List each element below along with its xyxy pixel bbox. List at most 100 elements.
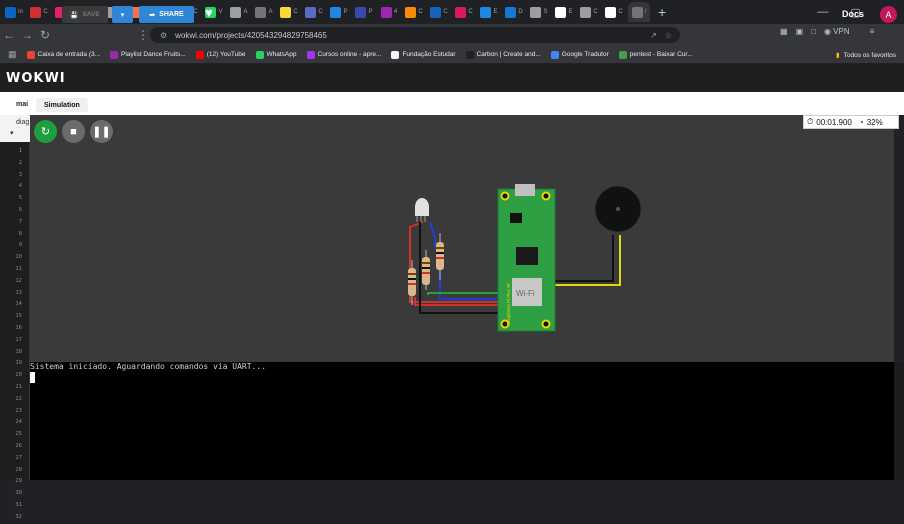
rgb-led[interactable] xyxy=(415,198,429,222)
browser-tab[interactable]: C xyxy=(278,2,300,22)
tab-title: C xyxy=(468,9,473,15)
share-button[interactable]: ➦ SHARE xyxy=(139,6,194,23)
avatar[interactable]: A xyxy=(880,6,897,23)
omnibox[interactable]: ⚙ wokwi.com/projects/420543294829758465 … xyxy=(150,27,680,43)
bookmark-label: WhatsApp xyxy=(266,51,297,58)
resistor-3[interactable] xyxy=(436,233,444,280)
bookmark-favicon-icon xyxy=(110,50,119,59)
tab-title: E xyxy=(568,9,573,15)
line-number: 29 xyxy=(15,478,22,485)
line-number: 10 xyxy=(15,254,22,261)
bookmark-favicon-icon xyxy=(306,50,315,59)
restart-button[interactable]: ↻ xyxy=(34,120,57,143)
bookmark-label: Cursos online - apre... xyxy=(317,51,382,58)
browser-tab[interactable]: D xyxy=(503,2,525,22)
minimize-button[interactable]: — xyxy=(817,6,828,18)
browser-tab[interactable]: / xyxy=(628,2,650,22)
serial-monitor[interactable]: Sistema iniciado. Aguardando comandos vi… xyxy=(30,362,894,480)
tab-favicon-icon xyxy=(480,6,492,18)
line-number: 2 xyxy=(18,159,22,166)
terminal-cursor xyxy=(30,372,35,383)
bookmark-item[interactable]: Carbon | Create and... xyxy=(465,50,541,59)
tab-favicon-icon xyxy=(505,6,517,18)
vpn-badge[interactable]: ◉ VPN xyxy=(824,27,850,36)
resistor-2[interactable] xyxy=(422,250,430,290)
browser-tab[interactable]: in xyxy=(3,2,25,22)
line-number: 16 xyxy=(15,324,22,331)
bookmark-item[interactable]: pentest - Baixar Cur... xyxy=(618,50,693,59)
save-dropdown-button[interactable]: ▾ xyxy=(112,6,133,23)
site-info-icon[interactable]: ⚙ xyxy=(160,31,167,40)
browser-tab[interactable]: C xyxy=(453,2,475,22)
share-page-icon[interactable]: ↗ xyxy=(650,31,657,40)
browser-tab[interactable]: P xyxy=(353,2,375,22)
new-tab-button[interactable]: + xyxy=(658,4,666,20)
browser-tab[interactable]: C xyxy=(603,2,625,22)
bookmark-item[interactable]: Caixa de entrada (3... xyxy=(26,50,101,59)
line-number: 1 xyxy=(18,148,22,154)
browser-tab[interactable]: E xyxy=(478,2,500,22)
apps-grid-icon[interactable]: ▦ xyxy=(8,49,17,60)
buzzer[interactable] xyxy=(594,185,642,233)
buzzer-black-wire xyxy=(550,235,614,282)
line-number: 18 xyxy=(15,348,22,355)
tab-favicon-icon xyxy=(405,6,417,18)
editor-tab-main[interactable]: mai xyxy=(0,92,30,115)
browser-tab[interactable]: E xyxy=(553,2,575,22)
browser-tab[interactable]: C xyxy=(428,2,450,22)
save-button[interactable]: 💾 SAVE xyxy=(62,6,108,23)
line-number: 26 xyxy=(15,442,22,449)
save-label: SAVE xyxy=(82,11,100,18)
timer-value: 00:01.900 xyxy=(816,117,852,127)
share-label: SHARE xyxy=(159,11,184,18)
serial-scrollbar[interactable] xyxy=(894,362,904,480)
stop-button[interactable]: ■ xyxy=(62,120,85,143)
bookmark-item[interactable]: Cursos online - apre... xyxy=(306,50,382,59)
wokwi-logo[interactable]: WOKWI xyxy=(6,71,66,86)
chevron-down-icon: ▾ xyxy=(120,11,125,19)
all-bookmarks[interactable]: ▮ Todos os favoritos xyxy=(836,46,896,64)
browser-tab[interactable]: C xyxy=(578,2,600,22)
browser-tab[interactable]: C xyxy=(303,2,325,22)
back-icon[interactable]: ← xyxy=(0,28,18,42)
browser-tab[interactable]: C xyxy=(28,2,50,22)
line-number: 27 xyxy=(15,454,22,461)
docs-link[interactable]: Docs xyxy=(842,9,864,19)
heart-icon[interactable]: ♥ xyxy=(205,5,213,20)
wallet-icon[interactable]: □ xyxy=(811,27,816,36)
bookmark-item[interactable]: Playlist Dance Fruits... xyxy=(110,50,186,59)
pause-button[interactable]: ❚❚ xyxy=(90,120,113,143)
browser-tab[interactable]: A xyxy=(253,2,275,22)
bookmark-item[interactable]: Google Tradutor xyxy=(550,50,609,59)
snapshot-icon[interactable]: ▣ xyxy=(796,27,804,36)
tab-simulation[interactable]: Simulation xyxy=(36,98,88,112)
bookmark-item[interactable]: WhatsApp xyxy=(255,50,297,59)
bookmark-label: Caixa de entrada (3... xyxy=(37,51,101,58)
share-arrow-icon: ➦ xyxy=(149,11,156,19)
browser-tab[interactable]: 4 xyxy=(378,2,400,22)
line-number: 31 xyxy=(15,501,22,508)
browser-tab-strip: inCCLCNCCVAACCPP4CCCEDSECC/+ xyxy=(0,0,904,24)
editor-tab-diagram[interactable]: diag ▾ xyxy=(0,115,30,142)
bookmark-item[interactable]: (12) YouTube xyxy=(195,50,246,59)
browser-tab[interactable]: A xyxy=(228,2,250,22)
tab-title: P xyxy=(343,9,348,15)
browser-tab[interactable]: S xyxy=(528,2,550,22)
browser-tab[interactable]: P xyxy=(328,2,350,22)
extension-icon[interactable]: ▦ xyxy=(780,27,788,36)
bookmark-star-icon[interactable]: ☆ xyxy=(665,31,672,40)
url-text[interactable]: wokwi.com/projects/420543294829758465 xyxy=(175,31,327,40)
line-number: 22 xyxy=(15,395,22,402)
bookmark-item[interactable]: Fundação Estudar xyxy=(391,50,456,59)
yellow-wire xyxy=(550,235,621,286)
browser-tab[interactable]: C xyxy=(403,2,425,22)
pico-w-board[interactable]: Wi-Fi Raspberry Pi Pico W xyxy=(497,184,556,332)
gauge-icon: ◔ xyxy=(858,117,864,127)
forward-icon[interactable]: → xyxy=(18,28,36,42)
editor-sub-label: diag xyxy=(16,119,30,126)
simulation-canvas[interactable]: Wi-Fi Raspberry Pi Pico W xyxy=(30,115,894,362)
menu-icon[interactable]: ≡ xyxy=(870,27,875,36)
tab-favicon-icon xyxy=(330,6,342,18)
reload-icon[interactable]: ↻ xyxy=(36,28,54,42)
line-number: 21 xyxy=(15,383,22,390)
